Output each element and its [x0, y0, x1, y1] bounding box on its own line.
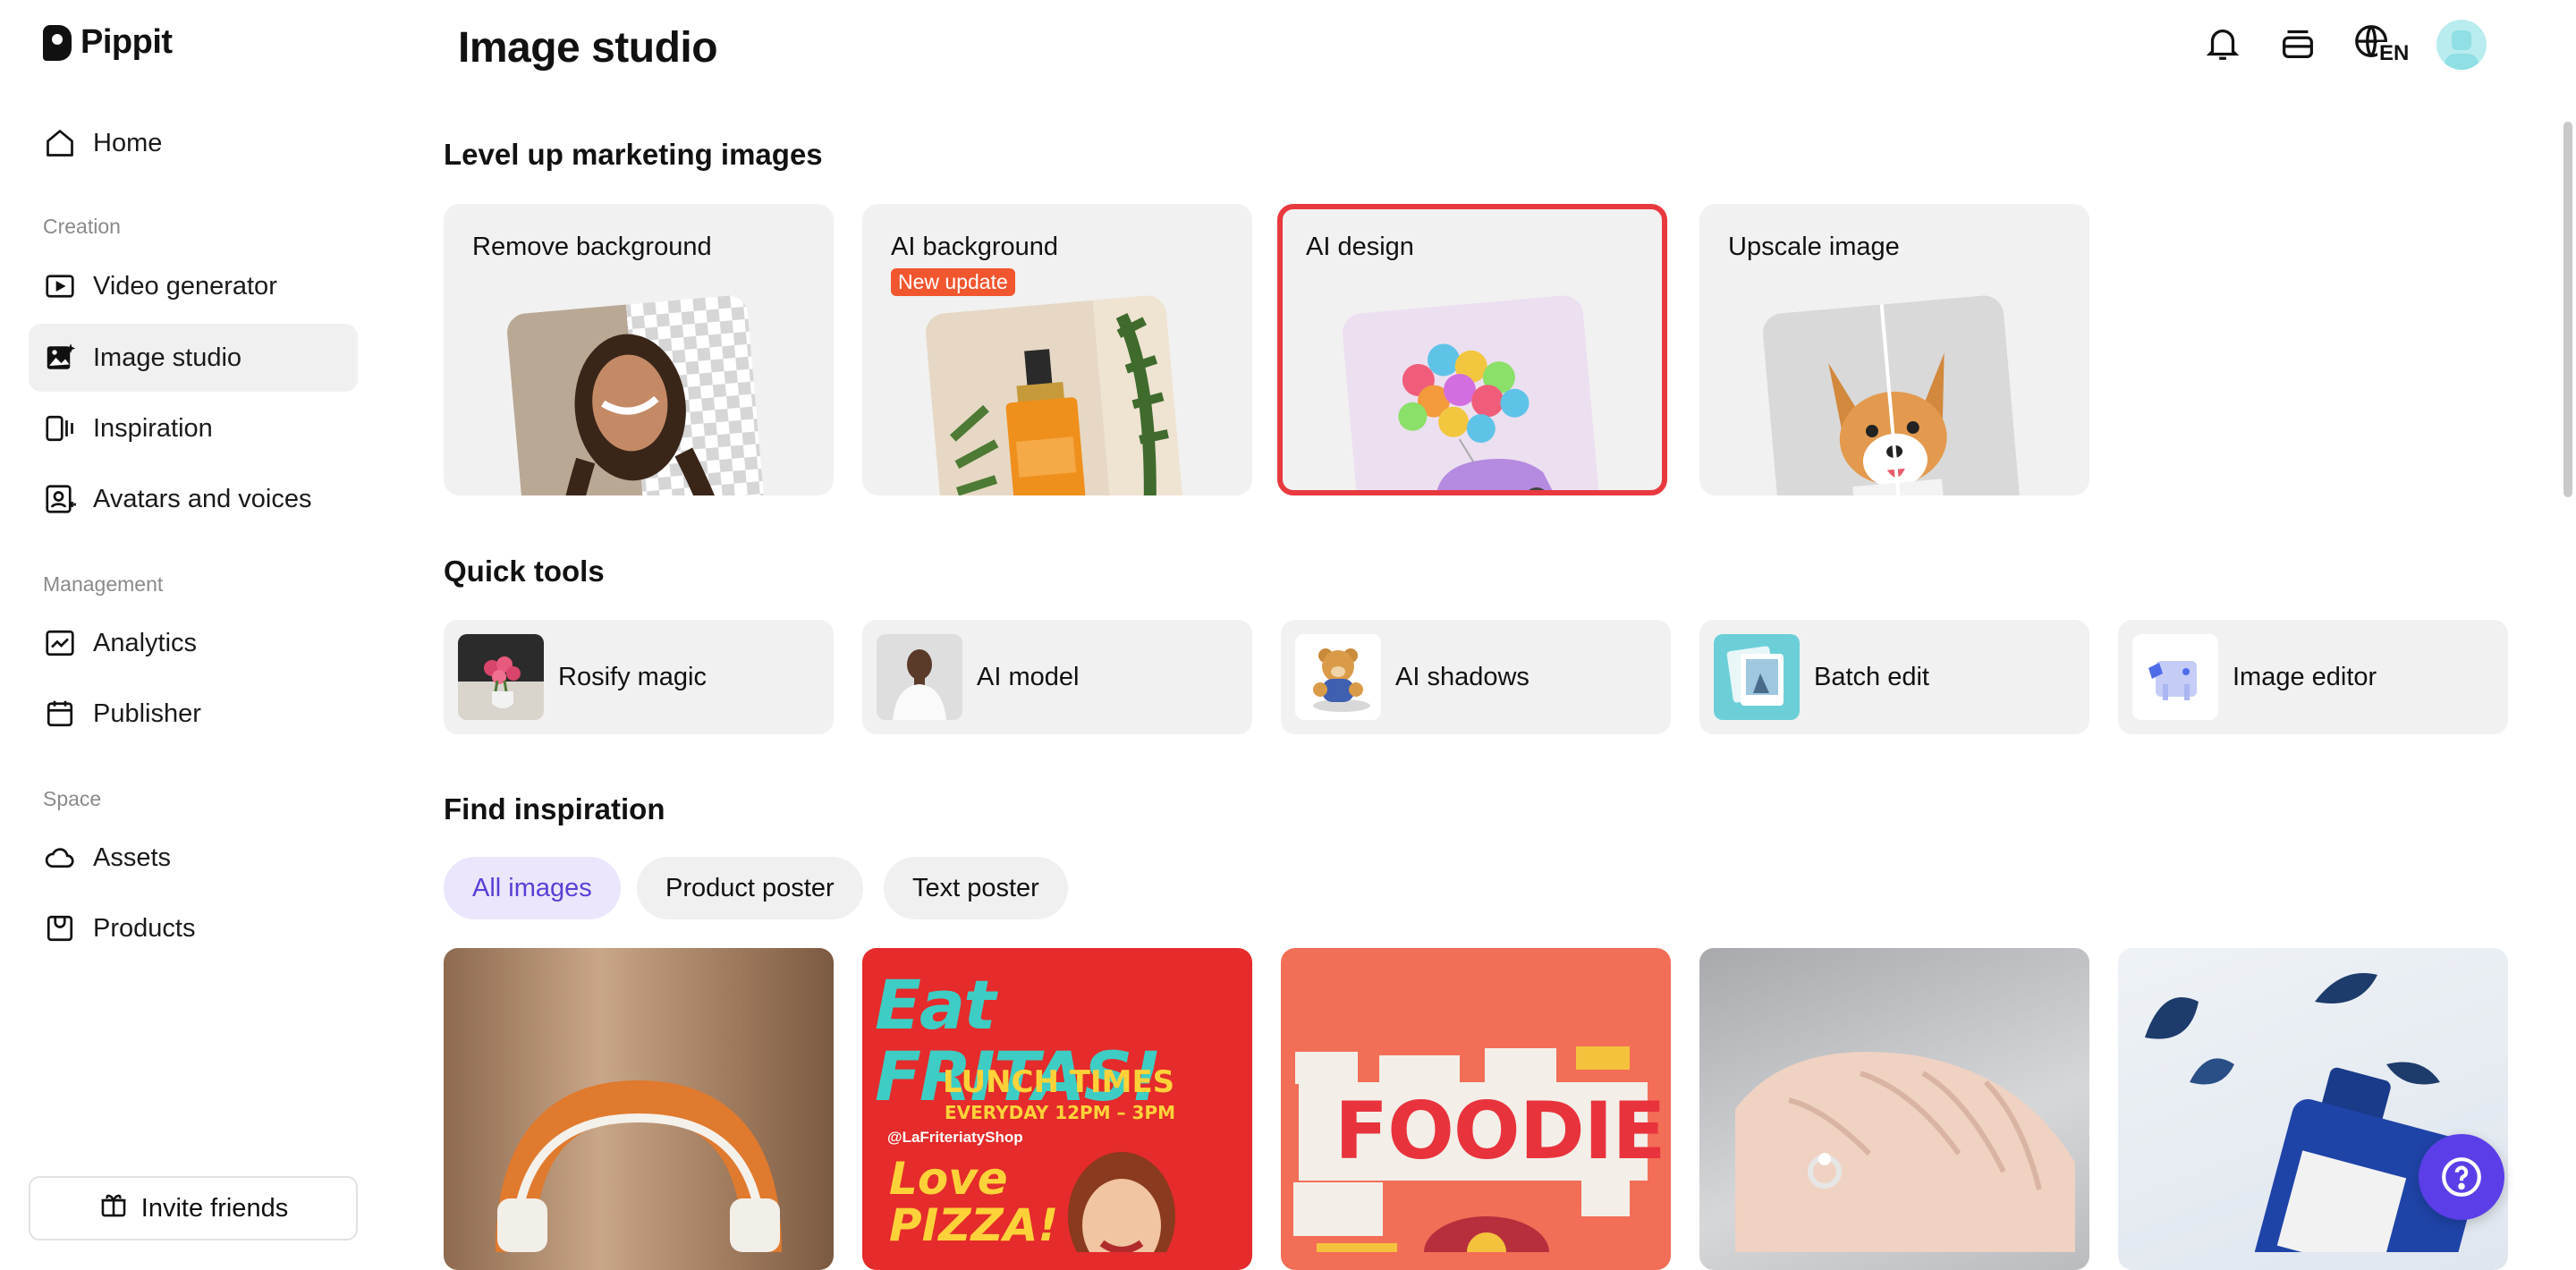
ai-shadows-thumbnail	[1295, 634, 1381, 720]
new-update-badge: New update	[891, 268, 1015, 296]
filter-chip-product-poster[interactable]: Product poster	[637, 857, 863, 919]
sidebar-item-label: Assets	[93, 842, 172, 872]
sidebar-item-home[interactable]: Home	[29, 109, 358, 177]
filter-chip-all-images[interactable]: All images	[444, 857, 621, 919]
batch-edit-thumbnail	[1714, 634, 1800, 720]
inspiration-card-headphones[interactable]	[444, 948, 834, 1270]
app-logo[interactable]: Pippit	[43, 23, 173, 62]
app-name: Pippit	[80, 23, 173, 61]
remove-background-preview	[505, 293, 767, 495]
sidebar-item-label: Publisher	[93, 698, 201, 728]
box-icon	[43, 911, 77, 945]
sidebar-item-label: Products	[93, 913, 196, 943]
feature-card-label: Remove background	[472, 233, 712, 261]
quick-tool-label: AI shadows	[1395, 662, 1530, 691]
page-title: Image studio	[458, 24, 718, 72]
quick-tool-label: AI model	[977, 662, 1080, 691]
ai-background-preview	[924, 293, 1185, 495]
sidebar-item-label: Image studio	[93, 343, 242, 372]
section-title-level-up: Level up marketing images	[444, 138, 823, 171]
filter-chip-text-poster[interactable]: Text poster	[884, 857, 1068, 919]
sidebar-item-avatars-and-voices[interactable]: Avatars and voices	[29, 465, 358, 533]
inspiration-icon	[43, 411, 77, 445]
feature-card-upscale-image[interactable]: Upscale image	[1699, 204, 2089, 495]
sidebar: Pippit Home Creation Video generator Ima…	[0, 0, 386, 1252]
help-button[interactable]	[2419, 1134, 2504, 1220]
inspiration-card-fritas-poster[interactable]: Eat FRITAS! LUNCH TIMES EVERYDAY 12PM – …	[862, 948, 1252, 1270]
section-label-creation: Creation	[43, 215, 121, 238]
header-actions: EN	[2202, 20, 2487, 70]
feature-card-label: AI design	[1306, 233, 1414, 261]
pippit-logo-icon	[43, 24, 72, 61]
ai-model-thumbnail	[877, 634, 962, 720]
sidebar-item-video-generator[interactable]: Video generator	[29, 252, 358, 320]
invite-friends-label: Invite friends	[140, 1193, 289, 1223]
feature-card-label: Upscale image	[1728, 233, 1900, 261]
inspiration-card-ring[interactable]	[1699, 948, 2089, 1270]
sidebar-item-image-studio[interactable]: Image studio	[29, 324, 358, 392]
sidebar-item-analytics[interactable]: Analytics	[29, 609, 358, 677]
section-label-management: Management	[43, 572, 164, 596]
home-icon	[43, 126, 77, 160]
sidebar-item-label: Home	[93, 128, 163, 157]
user-avatar[interactable]	[2436, 20, 2487, 70]
quick-tool-image-editor[interactable]: Image editor	[2118, 620, 2508, 734]
poster-headline: FOODIE	[1335, 1085, 1666, 1177]
language-globe-icon[interactable]: EN	[2352, 22, 2411, 68]
quick-tool-rosify-magic[interactable]: Rosify magic	[444, 620, 834, 734]
inspiration-card-foodie-poster[interactable]: FOODIE	[1281, 948, 1671, 1270]
calendar-icon	[43, 697, 77, 731]
page-scrollbar[interactable]	[2563, 122, 2572, 497]
sidebar-item-publisher[interactable]: Publisher	[29, 680, 358, 748]
sidebar-item-assets[interactable]: Assets	[29, 824, 358, 892]
cloud-icon	[43, 841, 77, 875]
feature-card-ai-design[interactable]: AI design	[1277, 204, 1667, 495]
sidebar-item-label: Avatars and voices	[93, 484, 312, 513]
sidebar-item-label: Video generator	[93, 271, 277, 301]
image-sparkle-icon	[43, 341, 77, 375]
avatar-icon	[43, 482, 77, 516]
quick-tool-label: Batch edit	[1814, 662, 1929, 691]
quick-tool-label: Image editor	[2233, 662, 2377, 691]
section-title-find-inspiration: Find inspiration	[444, 792, 665, 826]
quick-tool-ai-model[interactable]: AI model	[862, 620, 1252, 734]
help-icon	[2442, 1157, 2481, 1197]
invite-friends-button[interactable]: Invite friends	[29, 1176, 358, 1240]
sidebar-item-label: Analytics	[93, 628, 198, 657]
ai-design-preview	[1341, 293, 1602, 490]
sidebar-item-label: Inspiration	[93, 413, 213, 443]
feature-card-ai-background[interactable]: AI background New update	[862, 204, 1252, 495]
sidebar-item-products[interactable]: Products	[29, 894, 358, 962]
upscale-image-preview	[1761, 293, 2022, 495]
video-play-icon	[43, 269, 77, 303]
bell-icon[interactable]	[2202, 22, 2243, 68]
feature-card-remove-background[interactable]: Remove background	[444, 204, 834, 495]
quick-tool-label: Rosify magic	[558, 662, 707, 691]
sidebar-item-inspiration[interactable]: Inspiration	[29, 394, 358, 462]
quick-tool-batch-edit[interactable]: Batch edit	[1699, 620, 2089, 734]
section-title-quick-tools: Quick tools	[444, 555, 605, 588]
credits-icon[interactable]	[2277, 22, 2318, 68]
section-label-space: Space	[43, 787, 102, 810]
feature-card-label: AI background	[891, 233, 1059, 261]
rosify-magic-thumbnail	[458, 634, 544, 720]
inspiration-card-perfume[interactable]	[2118, 948, 2508, 1270]
image-editor-thumbnail	[2132, 634, 2218, 720]
gift-icon	[98, 1190, 129, 1227]
quick-tool-ai-shadows[interactable]: AI shadows	[1281, 620, 1671, 734]
language-code: EN	[2377, 40, 2411, 65]
chart-icon	[43, 626, 77, 660]
